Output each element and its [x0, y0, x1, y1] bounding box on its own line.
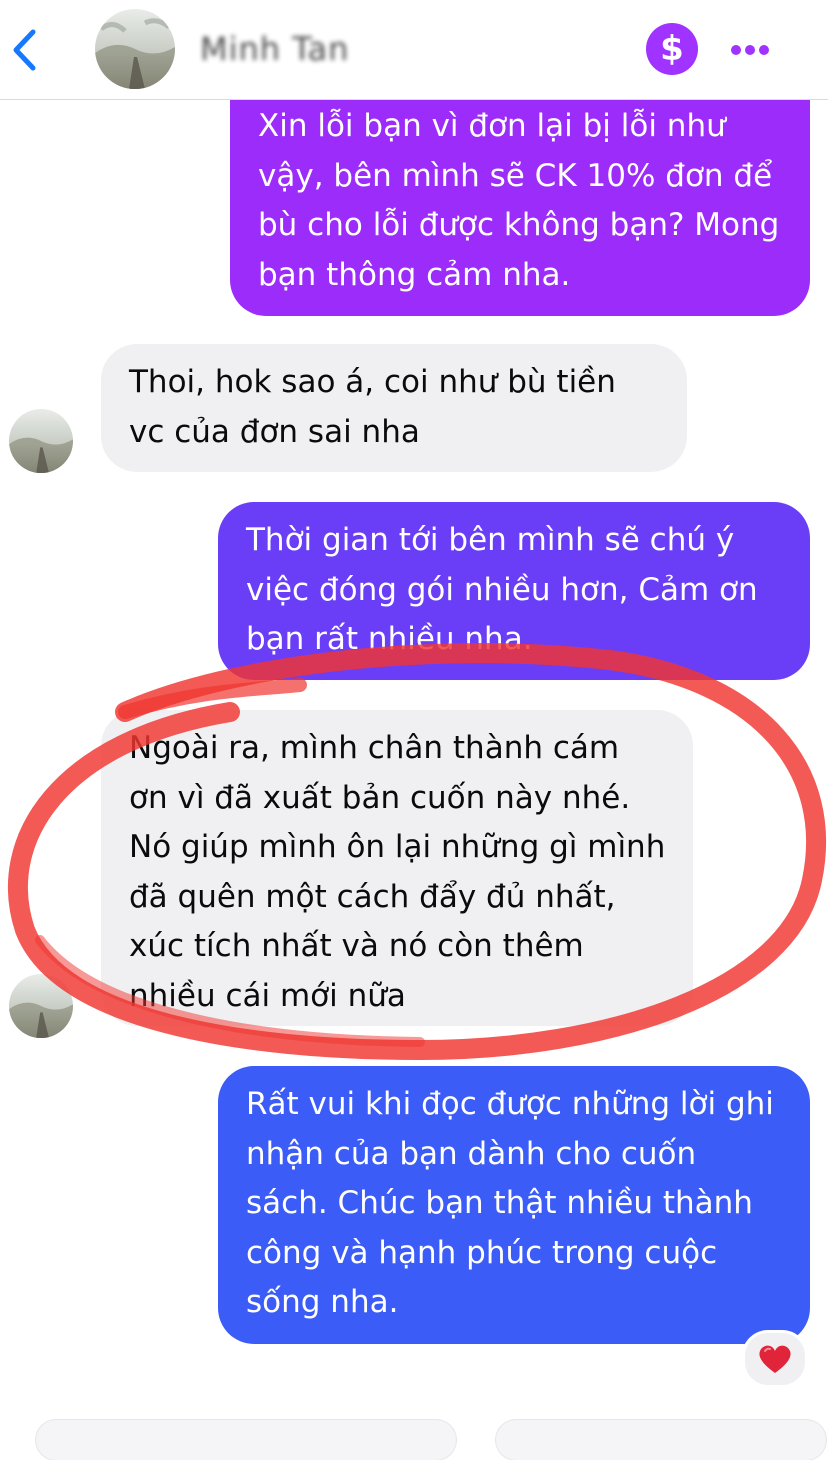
outgoing-message[interactable]: Rất vui khi đọc được những lời ghi nhận …: [218, 1066, 810, 1344]
dollar-icon[interactable]: $: [646, 23, 698, 75]
chevron-left-icon[interactable]: [6, 24, 46, 76]
contact-avatar[interactable]: [95, 9, 175, 89]
message-text: Thoi, hok sao á, coi như bù tiền vc của …: [129, 364, 616, 450]
message-text: Rất vui khi đọc được những lời ghi nhận …: [246, 1086, 774, 1320]
more-dots-icon[interactable]: [731, 40, 777, 56]
sender-avatar[interactable]: [9, 409, 73, 473]
incoming-message[interactable]: Thoi, hok sao á, coi như bù tiền vc của …: [101, 344, 687, 472]
message-text: Xin lỗi bạn vì đơn lại bị lỗi như vậy, b…: [258, 108, 780, 293]
composer-bar-right: [496, 1420, 826, 1460]
outgoing-message[interactable]: Thời gian tới bên mình sẽ chú ý việc đón…: [218, 502, 810, 680]
outgoing-message[interactable]: Xin lỗi bạn vì đơn lại bị lỗi như vậy, b…: [230, 92, 810, 316]
heart-reaction[interactable]: [742, 1330, 808, 1388]
red-heart-icon: [759, 1345, 791, 1373]
incoming-message[interactable]: Ngoài ra, mình chân thành cám ơn vì đã x…: [101, 710, 693, 1026]
sender-avatar[interactable]: [9, 974, 73, 1038]
composer-bar-left: [36, 1420, 456, 1460]
contact-name[interactable]: Minh Tan: [200, 30, 349, 68]
chat-header: Minh Tan $: [0, 0, 828, 100]
message-text: Thời gian tới bên mình sẽ chú ý việc đón…: [246, 522, 758, 657]
message-text: Ngoài ra, mình chân thành cám ơn vì đã x…: [129, 730, 666, 1014]
